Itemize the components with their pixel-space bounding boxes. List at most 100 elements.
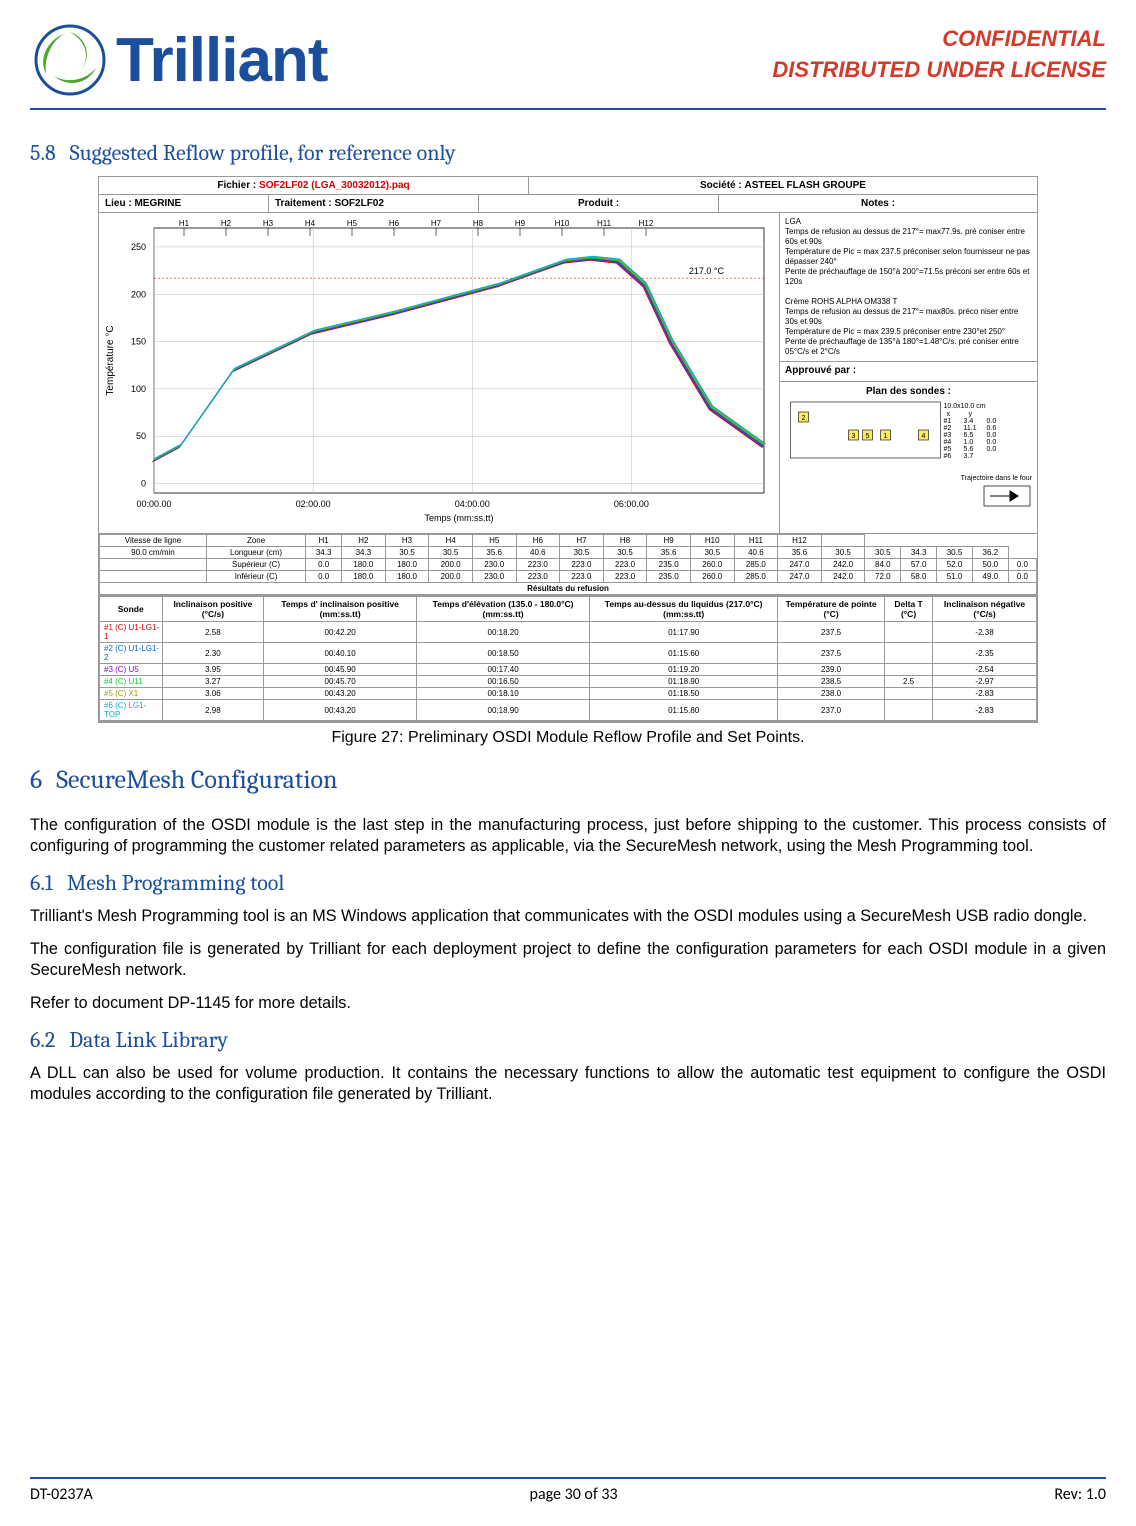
svg-text:00:00.00: 00:00.00 — [136, 499, 171, 509]
arrow-icon — [982, 484, 1032, 508]
confidential-line2: DISTRIBUTED UNDER LICENSE — [772, 55, 1106, 86]
section-number: 6.1 — [30, 870, 53, 896]
footer-rev: Rev: 1.0 — [1054, 1485, 1106, 1504]
societe-value: ASTEEL FLASH GROUPE — [744, 180, 866, 191]
confidential-line1: CONFIDENTIAL — [772, 24, 1106, 55]
section-number: 6 — [30, 765, 42, 795]
reflow-profile-figure: Fichier : SOF2LF02 (LGA_30032012).paq So… — [98, 176, 1038, 723]
svg-text:200: 200 — [131, 289, 146, 299]
svg-text:5.6: 5.6 — [964, 446, 974, 453]
notes-panel: LGATemps de refusion au dessus de 217°= … — [779, 213, 1037, 533]
footer-doc-id: DT-0237A — [30, 1485, 93, 1504]
svg-text:3: 3 — [852, 433, 856, 440]
societe-label: Société : — [700, 180, 742, 191]
fichier-label: Fichier : — [217, 180, 256, 191]
section-title: Suggested Reflow profile, for reference … — [70, 140, 456, 166]
figure-caption: Figure 27: Preliminary OSDI Module Reflo… — [30, 729, 1106, 747]
svg-text:4: 4 — [922, 433, 926, 440]
svg-text:H4: H4 — [305, 219, 316, 228]
notes-text: LGATemps de refusion au dessus de 217°= … — [785, 217, 1032, 357]
section-6-paragraph: The configuration of the OSDI module is … — [30, 815, 1106, 856]
header-rule — [30, 108, 1106, 110]
svg-text:H6: H6 — [389, 219, 400, 228]
svg-text:H3: H3 — [263, 219, 274, 228]
footer-page: page 30 of 33 — [530, 1485, 618, 1504]
reflow-results-table: SondeInclinaison positive (°C/s)Temps d'… — [99, 596, 1037, 722]
svg-text:#3: #3 — [944, 432, 952, 439]
zone-setpoints-table: Vitesse de ligneZoneH1H2H3H4H5H6H7H8H9H1… — [99, 534, 1037, 596]
section-number: 5.8 — [30, 140, 56, 166]
trait-label: Traitement : — [275, 198, 332, 209]
svg-text:H7: H7 — [431, 219, 442, 228]
section-title: Mesh Programming tool — [67, 870, 284, 896]
svg-text:1.0: 1.0 — [964, 439, 974, 446]
svg-text:H10: H10 — [555, 219, 570, 228]
section-6-1-heading: 6.1 Mesh Programming tool — [30, 870, 1106, 896]
svg-text:H1: H1 — [179, 219, 190, 228]
section-title: SecureMesh Configuration — [56, 765, 337, 795]
svg-text:5: 5 — [866, 433, 870, 440]
brand-name: Trilliant — [116, 25, 327, 96]
section-6-1-p3: Refer to document DP-1145 for more detai… — [30, 993, 1106, 1014]
confidential-banner: CONFIDENTIAL DISTRIBUTED UNDER LICENSE — [772, 20, 1106, 86]
plan-sondes-diagram: 2 3 5 1 4 10.0x10.0 cmx y #1 3.4 0.0 #2 11.1 0.6 #3 6.… — [785, 400, 1032, 460]
svg-text:250: 250 — [131, 242, 146, 252]
svg-text:#1: #1 — [944, 418, 952, 425]
section-5-8-heading: 5.8 Suggested Reflow profile, for refere… — [30, 140, 1106, 166]
trait-value: SOF2LF02 — [334, 198, 383, 209]
section-6-2-heading: 6.2 Data Link Library — [30, 1027, 1106, 1053]
svg-text:H12: H12 — [639, 219, 654, 228]
trajectory-label: Trajectoire dans le four — [785, 475, 1032, 484]
svg-text:#5: #5 — [944, 446, 952, 453]
svg-text:3.7: 3.7 — [964, 453, 974, 460]
svg-text:#2: #2 — [944, 425, 952, 432]
chart-header-row2: Lieu : MEGRINE Traitement : SOF2LF02 Pro… — [99, 195, 1037, 213]
svg-text:H8: H8 — [473, 219, 484, 228]
section-6-1-p2: The configuration file is generated by T… — [30, 939, 1106, 980]
logo-swirl-icon — [30, 20, 110, 100]
svg-text:#6: #6 — [944, 453, 952, 460]
svg-text:Température °C: Température °C — [105, 325, 116, 395]
svg-text:x: x — [947, 411, 951, 418]
svg-text:06:00.00: 06:00.00 — [614, 499, 649, 509]
svg-text:2: 2 — [802, 415, 806, 422]
svg-text:1: 1 — [884, 433, 888, 440]
plan-sondes-label: Plan des sondes : — [785, 386, 1032, 399]
page-footer: DT-0237A page 30 of 33 Rev: 1.0 — [30, 1477, 1106, 1504]
svg-text:0.6: 0.6 — [987, 425, 997, 432]
svg-text:11.1: 11.1 — [964, 425, 977, 432]
svg-text:0.0: 0.0 — [987, 432, 997, 439]
svg-text:6.5: 6.5 — [964, 432, 974, 439]
svg-text:0.0: 0.0 — [987, 439, 997, 446]
svg-text:02:00.00: 02:00.00 — [296, 499, 331, 509]
svg-text:100: 100 — [131, 384, 146, 394]
reflow-chart: Fichier : SOF2LF02 (LGA_30032012).paq So… — [98, 176, 1038, 723]
section-6-1-p1: Trilliant's Mesh Programming tool is an … — [30, 906, 1106, 927]
svg-text:Temps (mm:ss.tt): Temps (mm:ss.tt) — [425, 513, 494, 523]
svg-text:0.0: 0.0 — [987, 446, 997, 453]
approve-label: Approuvé par : — [780, 361, 1037, 382]
svg-text:#4: #4 — [944, 439, 952, 446]
svg-text:y: y — [969, 411, 973, 418]
svg-text:H9: H9 — [515, 219, 526, 228]
svg-text:0.0: 0.0 — [987, 418, 997, 425]
section-6-2-paragraph: A DLL can also be used for volume produc… — [30, 1063, 1106, 1104]
svg-text:10.0x10.0 cm: 10.0x10.0 cm — [944, 403, 986, 410]
chart-header-row1: Fichier : SOF2LF02 (LGA_30032012).paq So… — [99, 177, 1037, 195]
section-6-heading: 6 SecureMesh Configuration — [30, 765, 1106, 795]
logo: Trilliant — [30, 20, 327, 100]
svg-text:H11: H11 — [597, 219, 612, 228]
svg-text:H2: H2 — [221, 219, 232, 228]
fichier-value: SOF2LF02 (LGA_30032012).paq — [259, 180, 410, 191]
svg-text:3.4: 3.4 — [964, 418, 974, 425]
section-title: Data Link Library — [69, 1027, 228, 1053]
produit-label: Produit : — [578, 198, 619, 209]
section-number: 6.2 — [30, 1027, 55, 1053]
svg-text:217.0 °C: 217.0 °C — [689, 266, 725, 276]
lieu-value: MEGRINE — [134, 198, 181, 209]
svg-text:150: 150 — [131, 337, 146, 347]
plot-area: 05010015020025000:00.0002:00.0004:00.000… — [99, 213, 779, 533]
svg-text:04:00.00: 04:00.00 — [455, 499, 490, 509]
notes-label: Notes : — [861, 198, 895, 209]
lieu-label: Lieu : — [105, 198, 132, 209]
